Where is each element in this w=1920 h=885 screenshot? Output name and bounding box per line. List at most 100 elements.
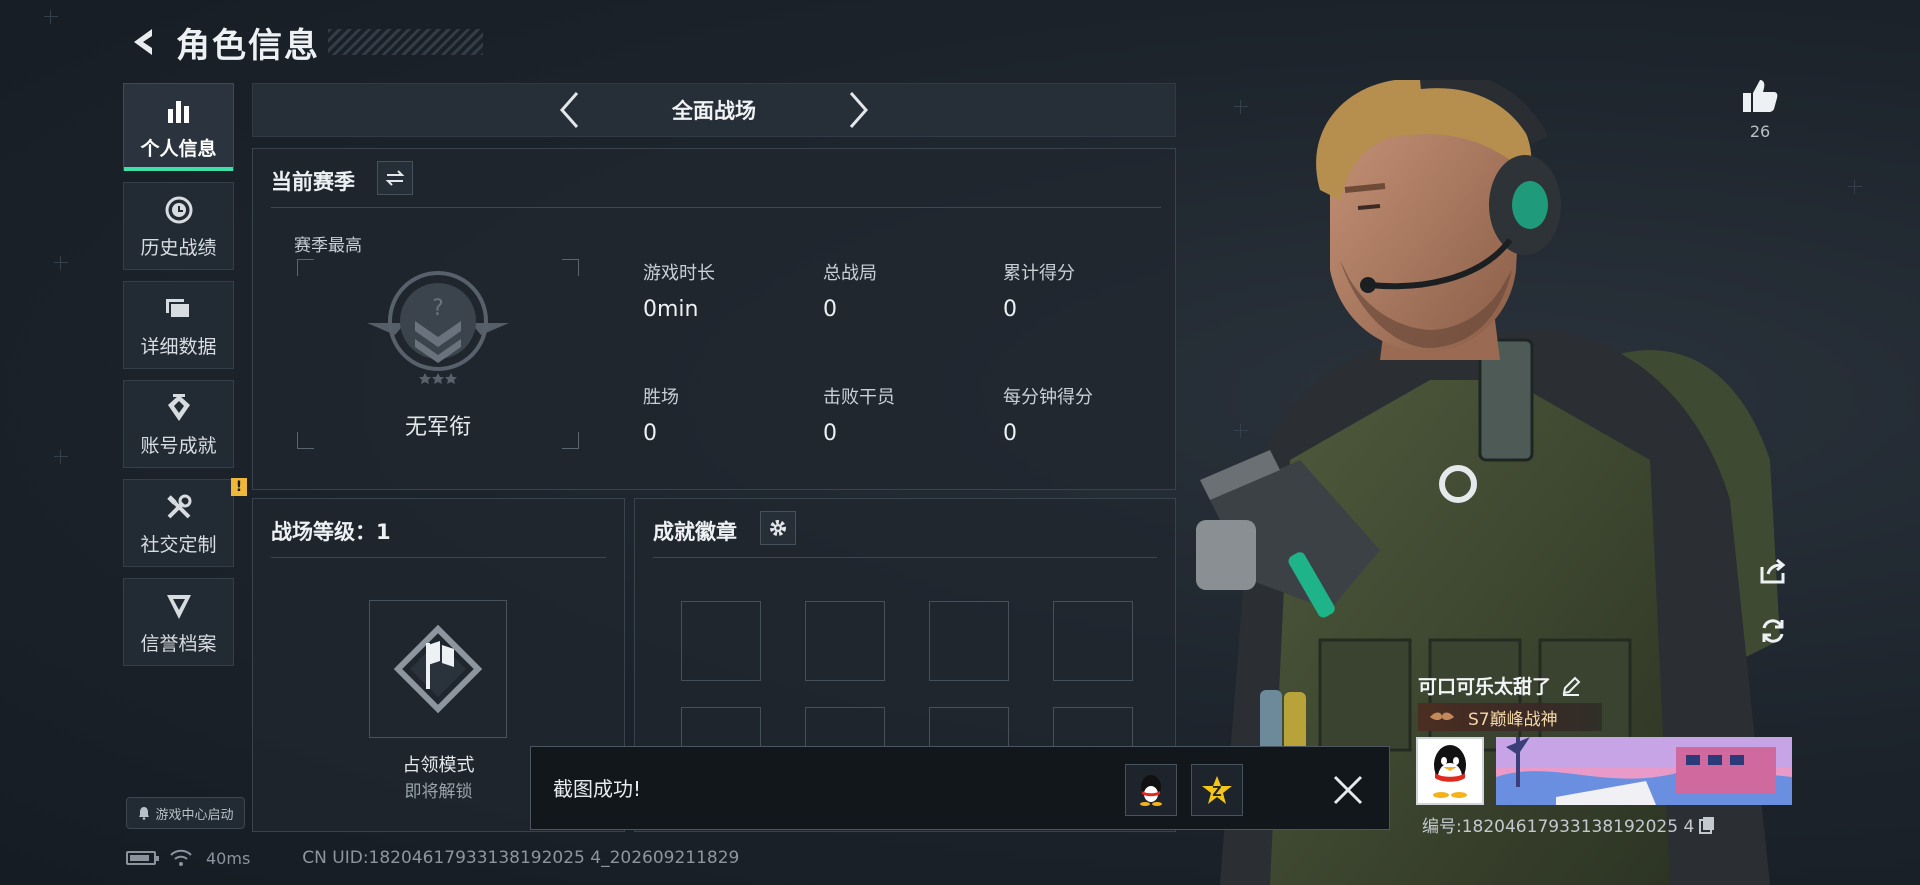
chevron-right-icon <box>849 92 869 128</box>
back-button[interactable] <box>126 24 162 60</box>
sidebar-item-label: 信誉档案 <box>140 632 217 655</box>
stat-value: 0 <box>823 421 837 446</box>
header: 角色信息 <box>126 18 483 66</box>
rank-emblem-icon: ? <box>367 271 509 384</box>
sidebar-item-details[interactable]: 详细数据 <box>123 281 234 369</box>
stat-label: 游戏时长 <box>643 263 715 284</box>
season-best-label: 赛季最高 <box>294 236 362 256</box>
back-arrow-icon <box>134 29 152 55</box>
stat-value: 0 <box>823 297 837 322</box>
stat-label: 累计得分 <box>1003 263 1075 284</box>
stat-value: 0 <box>1003 297 1017 322</box>
sidebar-item-label: 账号成就 <box>140 434 217 457</box>
avatar[interactable] <box>1416 737 1484 805</box>
stat-value: 0 <box>1003 421 1017 446</box>
sidebar-item-reputation[interactable]: 信誉档案 <box>123 578 234 666</box>
mode-selector: 全面战场 <box>252 83 1176 137</box>
page-title: 角色信息 <box>176 25 320 66</box>
uid-text: CN UID:18204617933138192025 4_2026092118… <box>302 848 740 868</box>
sidebar-item-label: 个人信息 <box>140 137 217 160</box>
medal-icon <box>162 391 196 425</box>
stat-total-score: 累计得分 0 <box>1003 259 1183 322</box>
stat-play-time: 游戏时长 0min <box>643 259 823 322</box>
badge-slot[interactable] <box>929 601 1009 681</box>
divider <box>653 557 1157 558</box>
close-toast-button[interactable] <box>1329 771 1367 809</box>
chevron-left-icon <box>559 92 579 128</box>
player-id-row: 编号:18204617933138192025 4 <box>1422 812 1716 837</box>
svg-text:?: ? <box>432 296 444 321</box>
bell-icon <box>139 807 150 820</box>
title-decoration <box>328 29 483 55</box>
stat-total-matches: 总战局 0 <box>823 259 1003 322</box>
grid-mark <box>54 256 68 270</box>
svg-text:Z: Z <box>1212 785 1221 800</box>
copy-icon[interactable] <box>1698 816 1716 834</box>
stat-value: 0 <box>643 421 657 446</box>
badge-slot[interactable] <box>1053 601 1133 681</box>
rank-emblem-box: ? 无军衔 <box>297 259 579 449</box>
bar-chart-icon <box>162 94 196 128</box>
sidebar-item-achievements[interactable]: 账号成就 <box>123 380 234 468</box>
thumbs-up-icon <box>1743 80 1778 112</box>
swap-icon <box>385 170 405 186</box>
sidebar-item-personal-info[interactable]: 个人信息 <box>123 83 234 171</box>
grid-mark <box>1848 180 1862 194</box>
stat-label: 胜场 <box>643 387 679 408</box>
next-mode-button[interactable] <box>839 88 879 132</box>
stat-label: 击败干员 <box>823 387 895 408</box>
sidebar-item-social[interactable]: 社交定制 ! <box>123 478 247 567</box>
player-name-row: 可口可乐太甜了 <box>1418 672 1581 699</box>
prev-mode-button[interactable] <box>549 88 589 132</box>
season-title: 当前赛季 <box>271 170 355 194</box>
player-title-banner: S7巅峰战神 <box>1418 703 1602 731</box>
share-button[interactable] <box>1756 554 1790 588</box>
launch-label: 游戏中心启动 <box>155 807 234 823</box>
sidebar-item-history[interactable]: 历史战绩 <box>123 182 234 270</box>
game-center-launch[interactable]: 游戏中心启动 <box>126 797 245 829</box>
edit-pencil-icon[interactable] <box>1561 676 1581 696</box>
shield-icon <box>162 589 196 623</box>
sidebar-item-label: 历史战绩 <box>140 236 217 259</box>
badge-settings-button[interactable] <box>760 511 796 545</box>
rank-name: 无军衔 <box>404 415 471 440</box>
share-qq-button[interactable] <box>1125 764 1177 816</box>
stat-wins: 胜场 0 <box>643 383 823 446</box>
like-count: 26 <box>1749 122 1771 141</box>
stat-score-per-minute: 每分钟得分 0 <box>1003 383 1183 446</box>
grid-mark <box>44 10 58 24</box>
clock-icon <box>162 193 196 227</box>
toast-message: 截图成功! <box>553 777 642 801</box>
badge-slot[interactable] <box>805 601 885 681</box>
flag-icon <box>393 624 483 714</box>
grid-mark <box>54 450 68 464</box>
sidebar: 个人信息 历史战绩 详细数据 账号成就 社交定制 ! 信誉档案 <box>123 83 247 677</box>
stat-label: 每分钟得分 <box>1003 387 1093 408</box>
mode-card[interactable] <box>369 600 507 738</box>
mode-title: 全面战场 <box>672 99 756 123</box>
battery-icon <box>126 851 159 865</box>
folder-icon <box>162 292 196 326</box>
ping-text: 40ms <box>206 848 251 868</box>
share-icon <box>1760 558 1786 584</box>
sidebar-item-label: 详细数据 <box>140 335 217 358</box>
screenshot-toast: 截图成功! Z <box>530 746 1390 830</box>
wings-icon <box>1430 712 1454 721</box>
refresh-button[interactable] <box>1756 614 1790 648</box>
refresh-icon <box>1762 619 1784 643</box>
player-name: 可口可乐太甜了 <box>1418 676 1552 698</box>
stat-label: 总战局 <box>823 263 877 284</box>
season-switch-button[interactable] <box>377 161 413 195</box>
wifi-icon <box>170 849 192 866</box>
close-icon <box>1333 775 1363 805</box>
tools-icon <box>162 490 196 524</box>
sidebar-item-label: 社交定制 <box>140 533 217 556</box>
share-qzone-button[interactable]: Z <box>1191 764 1243 816</box>
player-id: 编号:18204617933138192025 4 <box>1422 817 1695 837</box>
badge-slot[interactable] <box>681 601 761 681</box>
stat-value: 0min <box>643 297 699 322</box>
stat-kills: 击败干员 0 <box>823 383 1003 446</box>
season-panel: 当前赛季 赛季最高 ? 无军衔 游戏时长 0min 总战局 0 累计得分 0 胜… <box>252 148 1176 490</box>
like-widget[interactable]: 26 <box>1740 78 1780 141</box>
warning-badge: ! <box>231 478 247 496</box>
